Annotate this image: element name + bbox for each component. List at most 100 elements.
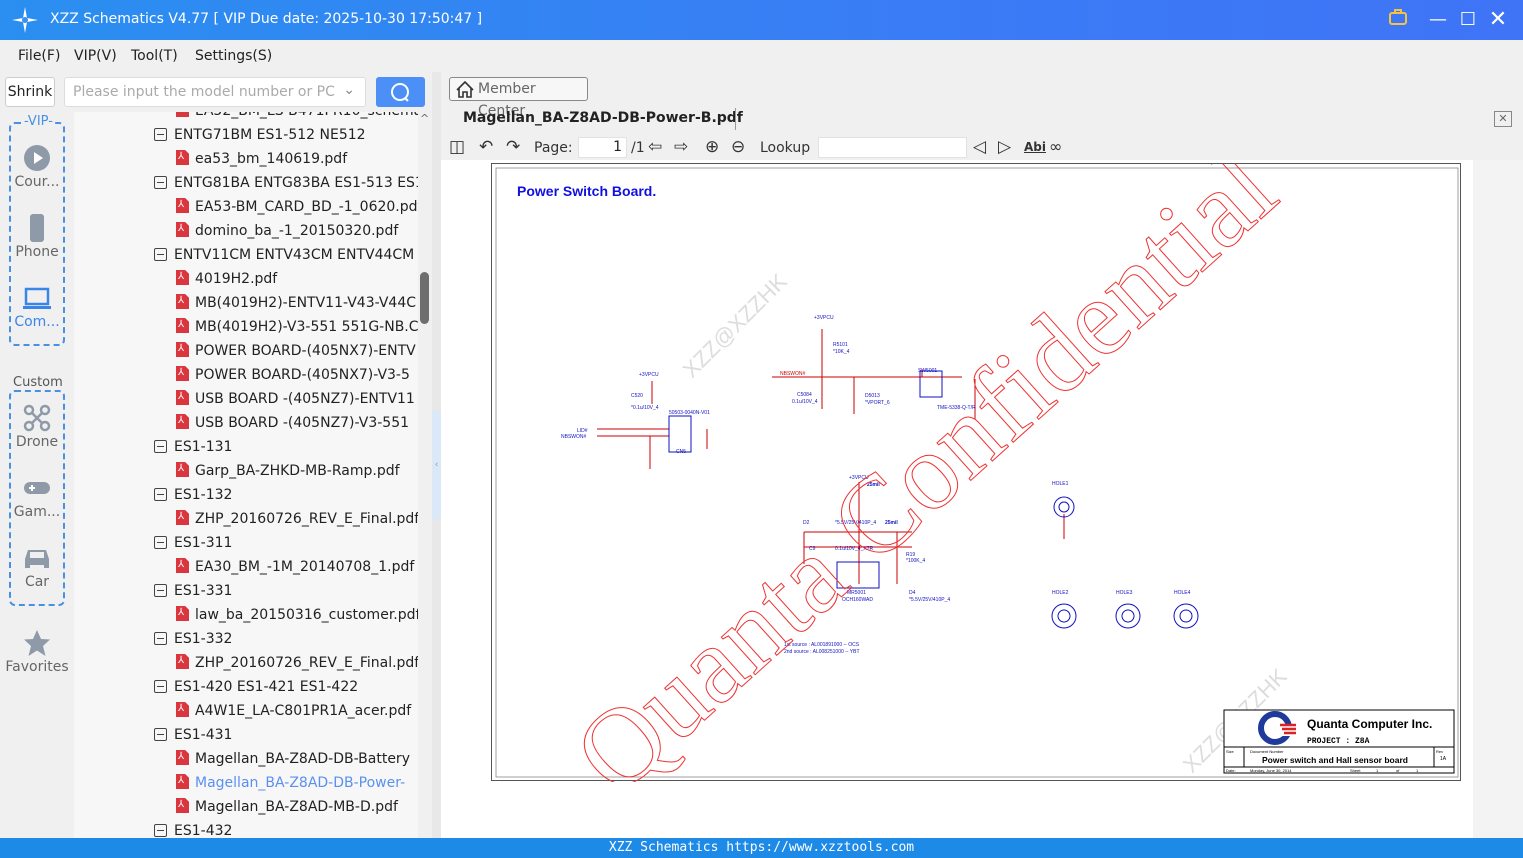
chevron-down-icon[interactable]: ⌄ xyxy=(343,82,355,98)
tree-scrollbar[interactable]: ^ xyxy=(418,112,432,838)
collapse-icon[interactable] xyxy=(154,128,167,141)
rotate-left-icon[interactable]: ↶ xyxy=(479,137,493,157)
find-prev-icon[interactable]: ◁ xyxy=(973,137,986,157)
sidebar-item-car[interactable]: Car xyxy=(4,544,70,590)
tree-item-label: ES1-311 xyxy=(174,535,233,551)
tree-file[interactable]: MB(4019H2)-V3-551 551G-NB.C xyxy=(176,315,418,339)
next-page-icon[interactable]: ⇨ xyxy=(674,137,688,157)
pdf-icon xyxy=(176,606,189,621)
sidebar-item-drone[interactable]: Drone xyxy=(4,404,70,450)
find-next-icon[interactable]: ▷ xyxy=(998,137,1011,157)
find-all-icon[interactable]: ∞ xyxy=(1049,137,1062,156)
tree-folder[interactable]: ES1-432 xyxy=(154,819,232,838)
tree-file[interactable]: A4W1E_LA-C801PR1A_acer.pdf xyxy=(176,699,411,723)
collapse-icon[interactable] xyxy=(154,536,167,549)
tree-item-label: EA30_BM_-1M_20140708_1.pdf xyxy=(195,559,415,575)
tree-folder[interactable]: ES1-331 xyxy=(154,579,232,603)
tree-file[interactable]: MB(4019H2)-ENTV11-V43-V44C xyxy=(176,291,416,315)
zoom-out-icon[interactable]: ⊖ xyxy=(731,137,745,157)
tree-file[interactable]: law_ba_20150316_customer.pdf xyxy=(176,603,418,627)
tree-file[interactable]: USB BOARD -(405NZ7)-V3-551 xyxy=(176,411,409,435)
vip-badge-icon[interactable] xyxy=(1386,8,1410,32)
collapse-icon[interactable] xyxy=(154,488,167,501)
collapse-icon[interactable] xyxy=(154,176,167,189)
tree-item-label: EA52_BM_LS-B471PR10_schematic xyxy=(195,112,418,119)
close-button[interactable]: ✕ xyxy=(1486,8,1510,32)
tree-file[interactable]: EA53-BM_CARD_BD_-1_0620.pdf xyxy=(176,195,418,219)
pdf-icon xyxy=(176,462,189,477)
tree-folder[interactable]: ENTV11CM ENTV43CM ENTV44CM xyxy=(154,243,414,267)
status-bar: XZZ Schematics https://www.xzztools.com xyxy=(0,838,1523,858)
pdf-icon xyxy=(176,798,189,813)
menu-tool[interactable]: Tool(T) xyxy=(131,48,178,64)
menu-settings[interactable]: Settings(S) xyxy=(195,48,272,64)
lookup-input[interactable] xyxy=(818,137,967,158)
sidebar-item-favorites[interactable]: Favorites xyxy=(4,629,70,675)
scrollbar-thumb[interactable] xyxy=(420,272,429,324)
minimize-button[interactable]: — xyxy=(1426,8,1450,32)
search-input[interactable] xyxy=(65,78,335,106)
menu-vip[interactable]: VIP(V) xyxy=(74,48,117,64)
tree-folder[interactable]: ES1-132 xyxy=(154,483,232,507)
close-document-button[interactable]: ✕ xyxy=(1494,111,1512,127)
tab-document[interactable]: Magellan_BA-Z8AD-DB-Power-B.pdf xyxy=(463,110,743,126)
sidebar-item-games[interactable]: Gam... xyxy=(4,474,70,520)
collapse-icon[interactable] xyxy=(154,632,167,645)
tree-file[interactable]: Garp_BA-ZHKD-MB-Ramp.pdf xyxy=(176,459,400,483)
tree-file[interactable]: ZHP_20160726_REV_E_Final.pdf xyxy=(176,507,418,531)
match-case-button[interactable]: Abi xyxy=(1024,140,1046,154)
sidebar-item-phone[interactable]: Phone xyxy=(4,214,70,260)
tree-file[interactable]: EA52_BM_LS-B471PR10_schematic xyxy=(176,112,418,123)
tree-folder[interactable]: ES1-131 xyxy=(154,435,232,459)
member-center-button[interactable]: Member Center xyxy=(449,77,588,119)
page-input[interactable]: 1 xyxy=(578,137,627,158)
zoom-in-icon[interactable]: ⊕ xyxy=(705,137,719,157)
tree-folder[interactable]: ENTG71BM ES1-512 NE512 xyxy=(154,123,366,147)
prev-page-icon[interactable]: ⇦ xyxy=(648,137,662,157)
tree-file[interactable]: ZHP_20160726_REV_E_Final.pdf xyxy=(176,651,418,675)
sidebar-item-courses[interactable]: Cour... xyxy=(4,144,70,190)
pdf-icon xyxy=(176,318,189,333)
pane-splitter[interactable]: ‹ xyxy=(432,72,441,838)
tree-file[interactable]: Magellan_BA-Z8AD-DB-Power- xyxy=(176,771,405,795)
svg-text:0.1u/10V_4: 0.1u/10V_4 xyxy=(792,399,818,405)
two-page-icon[interactable]: ◫ xyxy=(449,137,465,157)
collapse-icon[interactable] xyxy=(154,680,167,693)
collapse-icon[interactable] xyxy=(154,728,167,741)
tree-file[interactable]: domino_ba_-1_20150320.pdf xyxy=(176,219,398,243)
tree-file[interactable]: EA30_BM_-1M_20140708_1.pdf xyxy=(176,555,414,579)
tree-folder[interactable]: ES1-332 xyxy=(154,627,232,651)
menu-file[interactable]: File(F) xyxy=(18,48,60,64)
tree-file[interactable]: ea53_bm_140619.pdf xyxy=(176,147,347,171)
sidebar-item-label: Cour... xyxy=(14,174,60,190)
drone-icon xyxy=(23,404,51,432)
search-button[interactable] xyxy=(376,77,425,107)
tree-folder[interactable]: ES1-420 ES1-421 ES1-422 xyxy=(154,675,358,699)
rotate-right-icon[interactable]: ↷ xyxy=(506,137,520,157)
pdf-icon xyxy=(176,112,189,117)
collapse-left-icon[interactable]: ‹ xyxy=(432,410,441,520)
svg-text:D5013: D5013 xyxy=(865,393,880,399)
sidebar-item-label: Drone xyxy=(15,434,59,450)
tree-item-label: USB BOARD -(405NZ7)-ENTV11 xyxy=(195,391,415,407)
sidebar-item-computer[interactable]: Com... xyxy=(4,284,70,330)
shrink-button[interactable]: Shrink xyxy=(5,77,55,107)
tree-file[interactable]: POWER BOARD-(405NX7)-V3-5 xyxy=(176,363,410,387)
collapse-icon[interactable] xyxy=(154,440,167,453)
scroll-up-icon[interactable]: ^ xyxy=(420,112,429,125)
tree-file[interactable]: USB BOARD -(405NZ7)-ENTV11 xyxy=(176,387,415,411)
tree-folder[interactable]: ENTG81BA ENTG83BA ES1-513 ES1 xyxy=(154,171,418,195)
tree-file[interactable]: Magellan_BA-Z8AD-MB-D.pdf xyxy=(176,795,398,819)
tree-folder[interactable]: ES1-431 xyxy=(154,723,232,747)
tree-file[interactable]: POWER BOARD-(405NX7)-ENTV xyxy=(176,339,416,363)
tree-file[interactable]: 4019H2.pdf xyxy=(176,267,277,291)
maximize-button[interactable]: ☐ xyxy=(1456,8,1480,32)
collapse-icon[interactable] xyxy=(154,824,167,837)
tree-folder[interactable]: ES1-311 xyxy=(154,531,232,555)
collapse-icon[interactable] xyxy=(154,584,167,597)
tree-item-label: Garp_BA-ZHKD-MB-Ramp.pdf xyxy=(195,463,400,479)
collapse-icon[interactable] xyxy=(154,248,167,261)
tree-item-label: USB BOARD -(405NZ7)-V3-551 xyxy=(195,415,410,431)
tree-item-label: MB(4019H2)-V3-551 551G-NB.C xyxy=(195,319,418,335)
tree-file[interactable]: Magellan_BA-Z8AD-DB-Battery xyxy=(176,747,410,771)
